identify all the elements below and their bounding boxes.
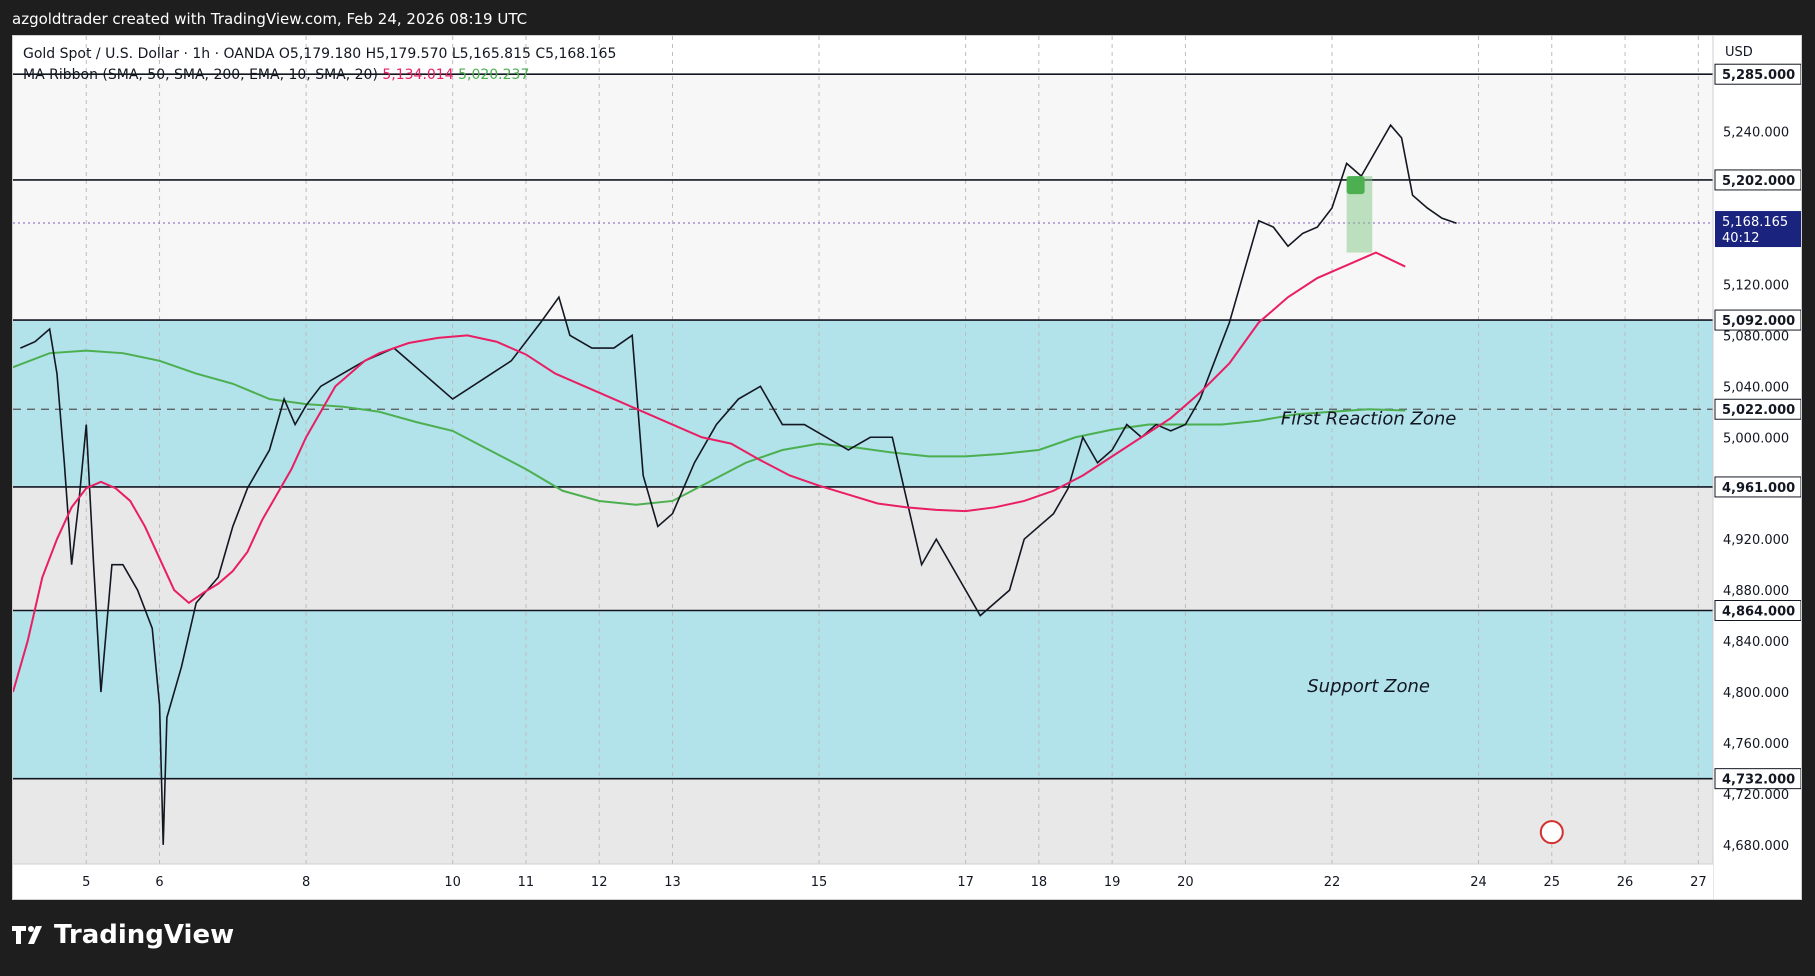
x-tick-label-13: 24 xyxy=(1470,875,1487,890)
middle-band xyxy=(13,486,1713,611)
y-tick-label-1: 4,720.000 xyxy=(1723,788,1789,803)
y-tick-label-9: 5,080.000 xyxy=(1723,329,1789,344)
us-flag-icon xyxy=(1539,820,1564,845)
x-tick-label-12: 22 xyxy=(1324,875,1341,890)
level-label-3: 5,022.000 xyxy=(1722,403,1795,418)
level-label-5: 4,864.000 xyxy=(1722,605,1795,620)
zone-label-support: Support Zone xyxy=(1307,676,1430,697)
footer: TradingView xyxy=(12,920,234,950)
time-axis-background xyxy=(13,864,1713,899)
checkmark-icon xyxy=(1346,176,1365,195)
current-price-label: 5,168.165 xyxy=(1722,215,1788,230)
tradingview-logo-icon xyxy=(12,926,42,944)
price-chart[interactable]: First Reaction Zone Support Zone USD 4,680.… xyxy=(12,36,1802,899)
legend-ribbon-value-1: 5,134.014 xyxy=(382,67,454,83)
x-tick-label-0: 5 xyxy=(82,875,90,890)
y-tick-label-0: 4,680.000 xyxy=(1723,839,1789,854)
x-tick-label-10: 19 xyxy=(1104,875,1121,890)
x-tick-label-9: 18 xyxy=(1031,875,1048,890)
caption: azgoldtrader created with TradingView.co… xyxy=(12,10,528,28)
level-label-2: 5,092.000 xyxy=(1722,314,1795,329)
x-tick-label-11: 20 xyxy=(1177,875,1194,890)
y-tick-label-2: 4,760.000 xyxy=(1723,737,1789,752)
y-tick-label-8: 5,040.000 xyxy=(1723,380,1789,395)
lower-band xyxy=(13,778,1713,864)
x-tick-label-6: 13 xyxy=(664,875,681,890)
x-tick-label-7: 15 xyxy=(811,875,828,890)
zone-0 xyxy=(13,320,1713,487)
current-price-countdown: 40:12 xyxy=(1722,231,1759,246)
y-tick-label-6: 4,920.000 xyxy=(1723,533,1789,548)
y-tick-label-7: 5,000.000 xyxy=(1723,431,1789,446)
y-tick-label-5: 4,880.000 xyxy=(1723,584,1789,599)
y-tick-label-4: 4,840.000 xyxy=(1723,635,1789,650)
level-label-1: 5,202.000 xyxy=(1722,174,1795,189)
legend-ribbon: MA Ribbon (SMA, 50, SMA, 200, EMA, 10, S… xyxy=(23,67,378,83)
legend-ohlc: O5,179.180 H5,179.570 L5,165.815 C5,168.… xyxy=(278,46,617,62)
level-label-0: 5,285.000 xyxy=(1722,68,1795,83)
y-tick-label-3: 4,800.000 xyxy=(1723,686,1789,701)
level-label-6: 4,732.000 xyxy=(1722,773,1795,788)
x-tick-label-14: 25 xyxy=(1544,875,1561,890)
x-tick-label-4: 11 xyxy=(518,875,535,890)
x-tick-label-3: 10 xyxy=(444,875,461,890)
currency-label: USD xyxy=(1725,45,1753,60)
x-tick-label-1: 6 xyxy=(155,875,163,890)
x-tick-label-2: 8 xyxy=(302,875,310,890)
x-tick-label-16: 27 xyxy=(1690,875,1707,890)
chart-legend: Gold Spot / U.S. Dollar · 1h · OANDA O5,… xyxy=(23,44,616,86)
zone-label-first-reaction: First Reaction Zone xyxy=(1281,409,1456,430)
chart-frame: First Reaction Zone Support Zone USD 4,680.… xyxy=(12,35,1802,900)
footer-brand: TradingView xyxy=(54,920,235,950)
upper-band xyxy=(13,74,1713,321)
x-tick-label-8: 17 xyxy=(957,875,974,890)
zone-1 xyxy=(13,610,1713,779)
x-tick-label-5: 12 xyxy=(591,875,608,890)
x-tick-label-15: 26 xyxy=(1617,875,1634,890)
legend-ribbon-value-2: 5,020.237 xyxy=(458,67,530,83)
level-label-4: 4,961.000 xyxy=(1722,481,1795,496)
y-tick-label-11: 5,240.000 xyxy=(1723,126,1789,141)
y-tick-label-10: 5,120.000 xyxy=(1723,278,1789,293)
legend-symbol: Gold Spot / U.S. Dollar · 1h · OANDA xyxy=(23,46,275,62)
